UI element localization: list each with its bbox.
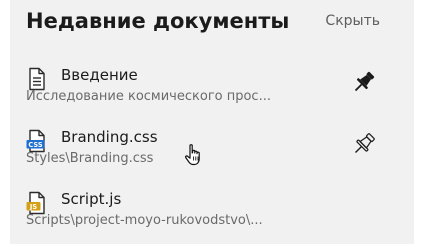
recent-item-branding-css[interactable]: CSS Branding.css Styles\Branding.css bbox=[10, 124, 414, 182]
css-file-icon: CSS bbox=[26, 129, 45, 153]
recent-documents-panel: Недавние документы Скрыть Введение Иссле… bbox=[10, 0, 414, 244]
hide-button[interactable]: Скрыть bbox=[325, 13, 380, 29]
item-name: Введение bbox=[61, 66, 138, 84]
recent-item-script-js[interactable]: JS Script.js Scripts\project-moyo-rukovo… bbox=[10, 186, 414, 244]
item-path: Исследование космического прос... bbox=[26, 89, 271, 104]
js-badge-text: JS bbox=[29, 203, 37, 211]
css-badge-text: CSS bbox=[28, 141, 42, 149]
item-path: Styles\Branding.css bbox=[26, 151, 154, 166]
item-name: Branding.css bbox=[61, 128, 158, 146]
panel-title: Недавние документы bbox=[26, 9, 290, 33]
item-path: Scripts\project-moyo-rukovodstvo\... bbox=[26, 213, 263, 228]
js-file-icon: JS bbox=[26, 191, 45, 215]
document-icon bbox=[29, 67, 45, 91]
pin-outline-icon[interactable] bbox=[350, 130, 378, 158]
item-name: Script.js bbox=[61, 190, 122, 208]
pin-filled-icon[interactable] bbox=[350, 68, 378, 96]
hand-cursor-icon bbox=[185, 144, 200, 166]
recent-item-introduction[interactable]: Введение Исследование космического прос.… bbox=[10, 62, 414, 120]
